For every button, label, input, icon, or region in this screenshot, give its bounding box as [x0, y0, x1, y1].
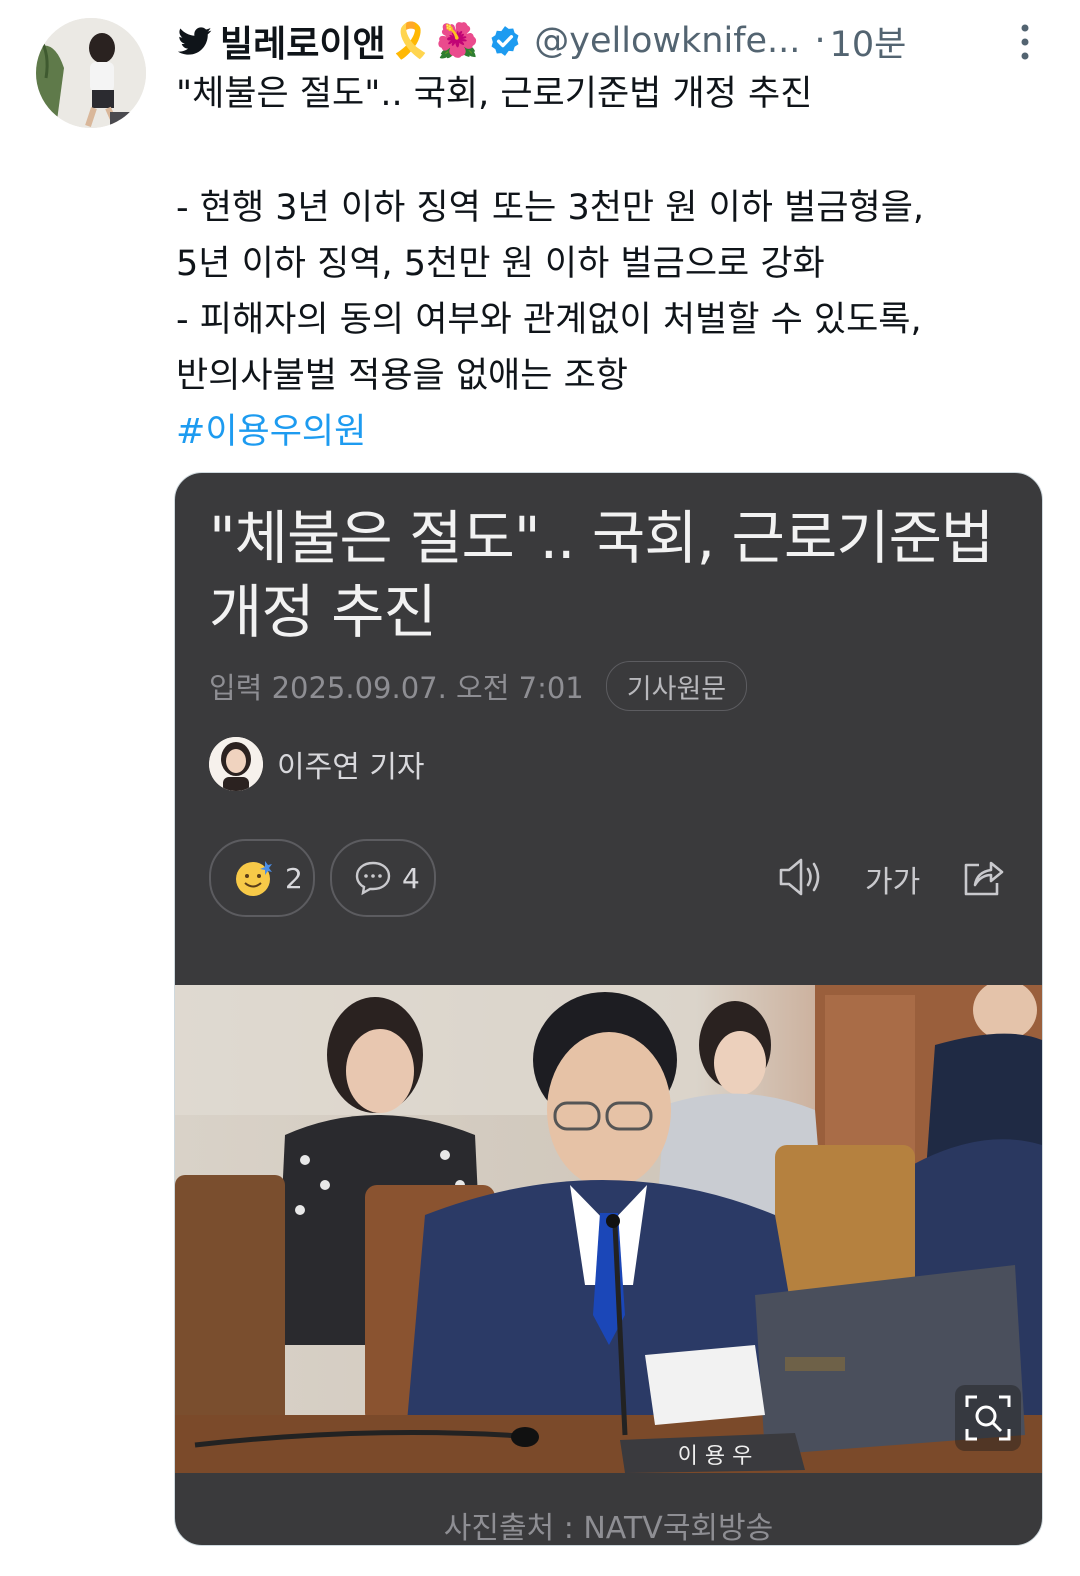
article-photo[interactable]: 이 용 우	[175, 985, 1042, 1473]
article-date: 입력 2025.09.07. 오전 7:01	[209, 671, 584, 705]
reporter: 이주연 기자	[209, 737, 425, 791]
reaction-count: 2	[285, 861, 303, 895]
article-title: "체불은 절도".. 국회, 근로기준법 개정 추진	[209, 501, 1009, 649]
share-icon[interactable]	[961, 855, 1007, 899]
tweet-line: "체불은 절도".. 국회, 근로기준법 개정 추진	[176, 74, 813, 114]
reporter-name: 이주연 기자	[277, 750, 425, 785]
zoom-icon[interactable]	[955, 1385, 1021, 1451]
tweet-header: 빌레로이앤 🎗️ 🌺 @yellowknife... · 10분	[176, 14, 1040, 68]
ribbon-emoji: 🎗️	[389, 21, 432, 61]
tweet-line: - 현행 3년 이하 징역 또는 3천만 원 이하 벌금형을,	[176, 188, 925, 228]
speaker-icon[interactable]	[777, 855, 823, 899]
tweet-line: 5년 이하 징역, 5천만 원 이하 벌금으로 강화	[176, 244, 825, 284]
separator-dot: ·	[814, 21, 826, 61]
comment-button[interactable]: 4	[330, 839, 436, 917]
reaction-button[interactable]: 2	[209, 839, 315, 917]
verified-badge-icon	[491, 26, 519, 56]
comment-icon	[355, 861, 391, 896]
smile-emoji-icon	[236, 861, 272, 896]
tweet-time[interactable]: 10분	[830, 16, 907, 67]
article-meta: 입력 2025.09.07. 오전 7:01 기사원문	[209, 661, 748, 711]
user-avatar[interactable]	[36, 18, 146, 128]
tweet-line: 반의사불벌 적용을 없애는 조항	[176, 356, 628, 396]
display-name[interactable]: 빌레로이앤	[220, 15, 386, 67]
twitter-bird-icon	[177, 27, 212, 55]
article-title-line: "체불은 절도".. 국회, 근로기준법	[209, 504, 994, 572]
user-handle[interactable]: @yellowknife...	[534, 21, 800, 61]
article-image-card[interactable]: "체불은 절도".. 국회, 근로기준법 개정 추진 입력 2025.09.07…	[174, 472, 1043, 1546]
hibiscus-emoji: 🌺	[435, 21, 479, 61]
tweet-body: "체불은 절도".. 국회, 근로기준법 개정 추진 - 현행 3년 이하 징역…	[176, 66, 1046, 460]
article-title-line: 개정 추진	[209, 578, 437, 646]
more-options-icon[interactable]	[1018, 22, 1032, 62]
nameplate-text: 이 용 우	[678, 1444, 753, 1469]
reporter-avatar	[209, 737, 263, 791]
comment-count: 4	[402, 861, 420, 895]
hashtag-link[interactable]: #이용우의원	[176, 404, 1046, 460]
photo-credit: 사진출처 : NATV국회방송	[443, 1511, 774, 1546]
original-article-button[interactable]: 기사원문	[605, 661, 748, 711]
tweet-line: - 피해자의 동의 여부와 관계없이 처벌할 수 있도록,	[176, 300, 922, 340]
font-size-icon[interactable]: 가가	[865, 857, 920, 901]
